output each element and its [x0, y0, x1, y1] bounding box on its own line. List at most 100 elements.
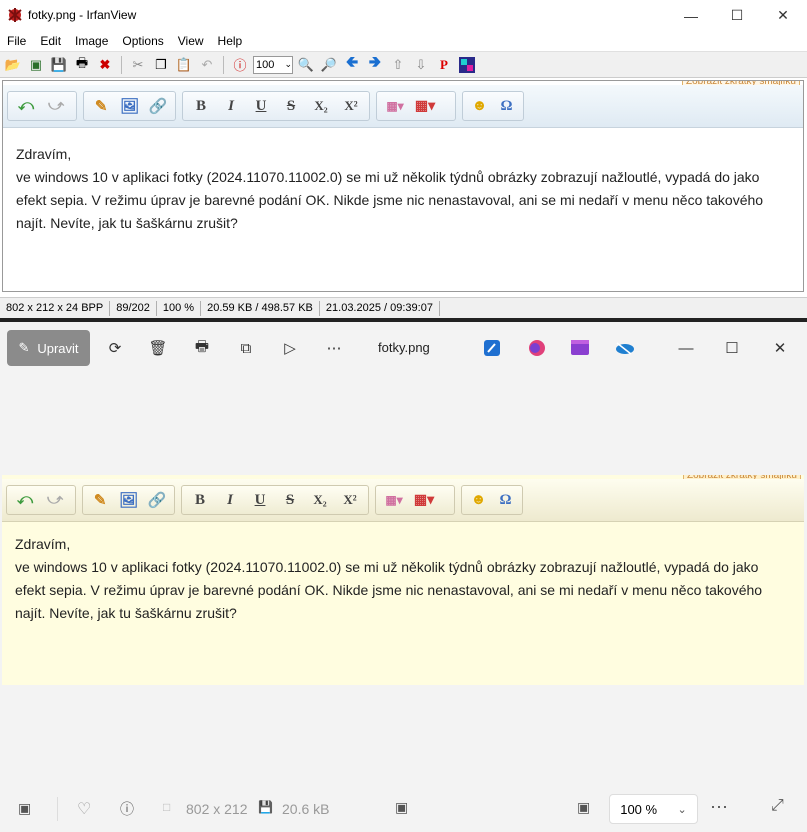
image-icon: 🖼 — [119, 98, 140, 115]
last-file-icon[interactable]: ⇩ — [411, 55, 431, 75]
designer-app-icon[interactable] — [525, 336, 549, 360]
close-icon: ✕ — [777, 7, 789, 23]
edit-button[interactable]: ✎ Upravit — [7, 330, 90, 366]
history-group: ⤺ ⤻ — [7, 91, 77, 121]
status-datetime: 21.03.2025 / 09:39:07 — [320, 301, 440, 316]
table-group: ▦▾ ▦▾ — [376, 91, 456, 121]
fullscreen-icon[interactable]: ⤢ — [771, 797, 784, 815]
image-dimensions: 802 x 212 — [186, 801, 248, 817]
status-dimensions: 802 x 212 x 24 BPP — [0, 301, 111, 316]
toolbar-separator — [223, 55, 224, 74]
chevron-down-icon: ⌄ — [284, 59, 292, 69]
more-icon[interactable]: ⋯ — [322, 336, 346, 360]
message-line-2: efekt sepia. V režimu úprav je barevné p… — [15, 582, 763, 598]
status-size: 20.59 KB / 498.57 KB — [201, 301, 320, 316]
menu-options[interactable]: Options — [115, 34, 170, 48]
edit-document-icon: ✎ — [93, 492, 107, 509]
zoom-out-icon[interactable]: 🔎 — [319, 55, 339, 75]
first-file-icon[interactable]: ⇧ — [388, 55, 408, 75]
insert-group: ✎ 🖼 🔗 — [82, 485, 175, 515]
info-icon[interactable]: ⓘ — [230, 55, 250, 75]
undo-icon[interactable]: ↶ — [197, 55, 217, 75]
table-group: ▦▾ ▦▾ — [375, 485, 455, 515]
undo-icon: ⤺ — [17, 98, 35, 114]
previous-arrow-icon[interactable]: 🢀 — [342, 54, 362, 75]
irfanview-titlebar: fotky.png - IrfanView — ☐ ✕ — [0, 0, 807, 31]
redo-icon: ⤻ — [47, 98, 65, 114]
more-options-icon[interactable]: ⋯ — [710, 797, 728, 818]
zoom-in-icon[interactable]: 🔍 — [296, 55, 316, 75]
edit-document-icon: ✎ — [94, 98, 108, 115]
delete-icon[interactable]: ✖ — [95, 55, 115, 75]
editor-toolbar: ⤺ ⤻ ✎ 🖼 🔗 B I U S X₂ X² ▦▾ ▦▾ ☻ Ω — [3, 85, 803, 128]
italic-icon: I — [228, 97, 234, 114]
strikethrough-icon: S — [286, 97, 296, 114]
message-line-3: najít. Nevíte, jak tu šaškárnu zrušit? — [16, 215, 238, 231]
menu-edit[interactable]: Edit — [33, 34, 68, 48]
format-group: B I U S X₂ X² — [181, 485, 369, 515]
photos-minimize-icon[interactable]: — — [674, 336, 698, 360]
chevron-down-icon: ⌄ — [677, 803, 687, 816]
cut-icon[interactable]: ✂ — [128, 55, 148, 75]
superscript-icon: X² — [344, 98, 358, 113]
maximize-button[interactable]: ☐ — [714, 0, 760, 31]
fit-to-window-icon[interactable]: ▣ — [577, 799, 590, 816]
message-text: Zdravím, ve windows 10 v aplikaci fotky … — [16, 143, 763, 235]
smiley-icon: ☻ — [470, 491, 487, 508]
trash-icon[interactable]: 🗑 — [146, 336, 170, 360]
next-arrow-icon[interactable]: 🢂 — [365, 54, 385, 75]
special-group: ☻ Ω — [461, 485, 523, 515]
video-icon[interactable]: ▷ — [278, 336, 302, 360]
menu-file[interactable]: File — [0, 34, 33, 48]
message-greeting: Zdravím, — [15, 536, 71, 552]
share-icon[interactable]: ⧉ — [234, 336, 258, 360]
capture-icon[interactable] — [457, 55, 477, 75]
menu-help[interactable]: Help — [211, 34, 250, 48]
window-title: fotky.png - IrfanView — [28, 8, 137, 22]
print-icon[interactable]: 🖶 — [190, 336, 214, 360]
rotate-icon[interactable]: ⟳ — [103, 336, 127, 360]
irfanview-app-icon — [7, 7, 23, 23]
subscript-icon: X₂ — [314, 98, 328, 113]
message-greeting: Zdravím, — [16, 146, 72, 162]
heart-icon[interactable]: ♡ — [77, 799, 91, 819]
close-button[interactable]: ✕ — [760, 0, 806, 31]
minimize-button[interactable]: — — [668, 0, 714, 31]
underline-icon: U — [255, 97, 267, 114]
photos-image: Zobrazit zkratky smajlíků ⤺ ⤻ ✎ 🖼 🔗 B I … — [2, 475, 804, 685]
photos-maximize-icon[interactable]: ☐ — [720, 336, 744, 360]
underline-icon: U — [254, 491, 266, 508]
info-icon[interactable]: ⓘ — [120, 799, 134, 819]
filmstrip-icon[interactable]: ▣ — [18, 800, 31, 817]
edit-button-label: Upravit — [37, 340, 79, 356]
editor-toolbar-tinted: ⤺ ⤻ ✎ 🖼 🔗 B I U S X₂ X² ▦▾ ▦▾ ☻ Ω — [2, 479, 804, 522]
copy-icon[interactable]: ❐ — [151, 55, 171, 75]
link-icon: 🔗 — [147, 492, 167, 509]
menu-view[interactable]: View — [171, 34, 211, 48]
save-icon[interactable]: 💾 — [49, 55, 69, 75]
visual-search-icon[interactable]: ▣ — [395, 799, 408, 816]
paint-app-icon[interactable] — [480, 336, 504, 360]
photos-close-icon[interactable]: ✕ — [768, 336, 792, 360]
message-text-tinted: Zdravím, ve windows 10 v aplikaci fotky … — [15, 533, 762, 625]
paint-icon[interactable]: P — [434, 55, 454, 75]
paste-icon[interactable]: 📋 — [174, 55, 194, 75]
table-icon: ▦▾ — [413, 492, 435, 508]
menu-image[interactable]: Image — [68, 34, 115, 48]
print-icon[interactable]: 🖶 — [72, 55, 92, 75]
strikethrough-icon: S — [285, 491, 295, 508]
irfanview-toolbar: 📂 ▣ 💾 🖶 ✖ ✂ ❐ 📋 ↶ ⓘ 100 ⌄ 🔍 🔎 🢀 🢂 ⇧ ⇩ P — [0, 51, 807, 78]
onedrive-icon[interactable] — [612, 336, 636, 360]
smiley-icon: ☻ — [471, 97, 488, 114]
dimensions-icon: □ — [163, 800, 171, 814]
clipchamp-icon[interactable] — [568, 336, 592, 360]
zoom-dropdown[interactable]: 100 % ⌄ — [609, 794, 698, 824]
superscript-icon: X² — [343, 492, 357, 507]
special-group: ☻ Ω — [462, 91, 524, 121]
insert-group: ✎ 🖼 🔗 — [83, 91, 176, 121]
slideshow-icon[interactable]: ▣ — [26, 55, 46, 75]
zoom-select[interactable]: 100 ⌄ — [253, 55, 293, 74]
status-zoom: 100 % — [157, 301, 202, 316]
redo-icon: ⤻ — [46, 492, 64, 508]
open-folder-icon[interactable]: 📂 — [3, 55, 23, 75]
